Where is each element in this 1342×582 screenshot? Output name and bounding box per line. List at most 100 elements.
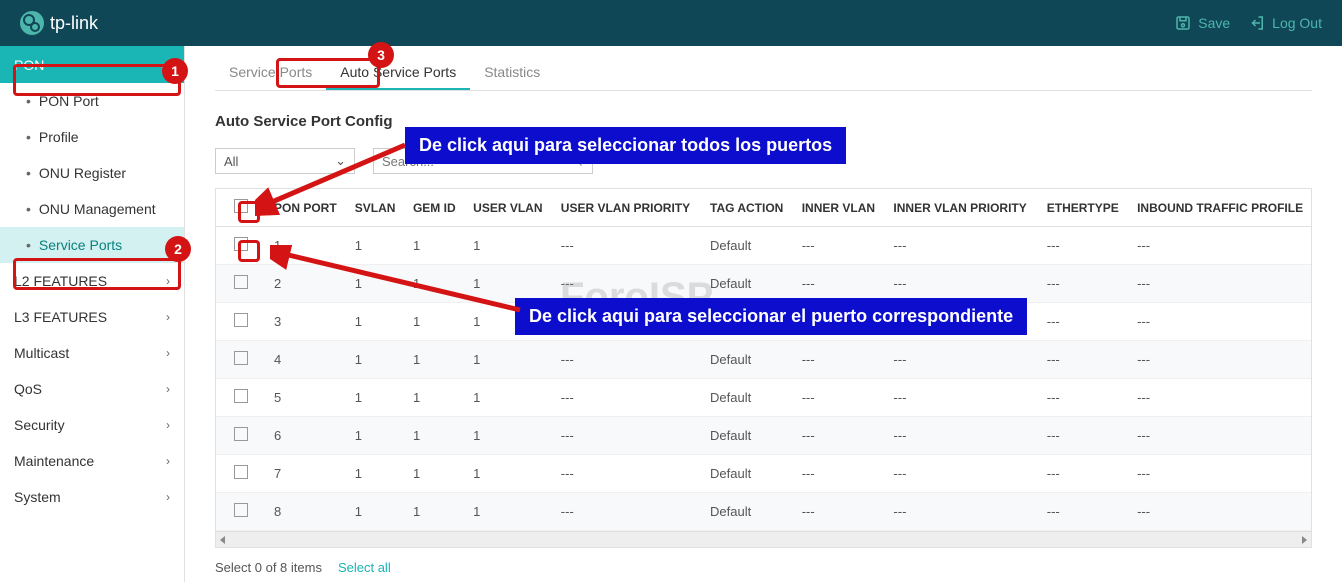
cell-uvlanp: --- [553, 341, 702, 379]
cell-uvlanp: --- [553, 379, 702, 417]
brand-logo: tp-link [20, 11, 98, 35]
sidebar-item-qos[interactable]: QoS› [0, 371, 184, 407]
select-all-checkbox[interactable] [234, 199, 248, 213]
cell-uvlan: 1 [465, 493, 553, 531]
tab-statistics[interactable]: Statistics [470, 56, 554, 90]
cell-uvlanp: --- [553, 417, 702, 455]
cell-inb: --- [1129, 455, 1312, 493]
cell-pon: 4 [266, 341, 347, 379]
cell-gem: 1 [405, 417, 465, 455]
cell-inb: --- [1129, 493, 1312, 531]
save-button[interactable]: Save [1174, 14, 1230, 32]
cell-uvlanp: --- [553, 493, 702, 531]
col-pon-port: PON PORT [266, 189, 347, 227]
tplink-icon [20, 11, 44, 35]
cell-ivlan: --- [794, 227, 886, 265]
col-inner-vlan-priority: INNER VLAN PRIORITY [885, 189, 1038, 227]
sidebar-item-security[interactable]: Security› [0, 407, 184, 443]
cell-uvlan: 1 [465, 227, 553, 265]
cell-ivlanp: --- [885, 227, 1038, 265]
cell-ivlanp: --- [885, 379, 1038, 417]
row-checkbox[interactable] [234, 389, 248, 403]
cell-ivlanp: --- [885, 493, 1038, 531]
cell-svlan: 1 [347, 379, 405, 417]
table-row[interactable]: 5111---Default------------ [216, 379, 1312, 417]
sidebar-section-pon[interactable]: PON ⌄ [0, 46, 184, 83]
cell-ivlan: --- [794, 379, 886, 417]
cell-gem: 1 [405, 227, 465, 265]
brand-text: tp-link [50, 13, 98, 34]
chevron-right-icon: › [166, 274, 170, 288]
cell-svlan: 1 [347, 265, 405, 303]
cell-uvlanp: --- [553, 455, 702, 493]
cell-eth: --- [1039, 303, 1129, 341]
cell-pon: 2 [266, 265, 347, 303]
sidebar-item-multicast[interactable]: Multicast› [0, 335, 184, 371]
table-row[interactable]: 8111---Default------------ [216, 493, 1312, 531]
chevron-right-icon: › [166, 310, 170, 324]
row-checkbox[interactable] [234, 503, 248, 517]
cell-tag: Default [702, 227, 794, 265]
col-tag-action: TAG ACTION [702, 189, 794, 227]
sidebar-item-l2[interactable]: L2 FEATURES› [0, 263, 184, 299]
cell-tag: Default [702, 455, 794, 493]
sidebar-item-onu-management[interactable]: ONU Management [0, 191, 184, 227]
table-row[interactable]: 1111---Default------------ [216, 227, 1312, 265]
cell-eth: --- [1039, 379, 1129, 417]
cell-ivlanp: --- [885, 455, 1038, 493]
cell-eth: --- [1039, 265, 1129, 303]
row-checkbox[interactable] [234, 237, 248, 251]
cell-tag: Default [702, 341, 794, 379]
cell-svlan: 1 [347, 227, 405, 265]
col-ethertype: ETHERTYPE [1039, 189, 1129, 227]
table-row[interactable]: 7111---Default------------ [216, 455, 1312, 493]
sidebar-item-system[interactable]: System› [0, 479, 184, 515]
col-gem-id: GEM ID [405, 189, 465, 227]
cell-eth: --- [1039, 417, 1129, 455]
cell-tag: Default [702, 379, 794, 417]
row-checkbox[interactable] [234, 351, 248, 365]
row-checkbox[interactable] [234, 427, 248, 441]
sidebar-item-profile[interactable]: Profile [0, 119, 184, 155]
chevron-down-icon: ⌄ [335, 153, 346, 169]
table-row[interactable]: 4111---Default------------ [216, 341, 1312, 379]
cell-pon: 7 [266, 455, 347, 493]
tab-auto-service-ports[interactable]: Auto Service Ports [326, 56, 470, 90]
cell-gem: 1 [405, 303, 465, 341]
filter-dropdown[interactable]: All ⌄ [215, 148, 355, 174]
sidebar-item-l3[interactable]: L3 FEATURES› [0, 299, 184, 335]
cell-ivlanp: --- [885, 265, 1038, 303]
cell-inb: --- [1129, 227, 1312, 265]
table-row[interactable]: 6111---Default------------ [216, 417, 1312, 455]
selection-count: Select 0 of 8 items [215, 560, 322, 575]
cell-gem: 1 [405, 493, 465, 531]
cell-ivlan: --- [794, 265, 886, 303]
sidebar-item-maintenance[interactable]: Maintenance› [0, 443, 184, 479]
sidebar: PON ⌄ PON Port Profile ONU Register ONU … [0, 46, 185, 582]
annotation-badge-3: 3 [368, 42, 394, 68]
chevron-right-icon: › [166, 454, 170, 468]
horizontal-scrollbar[interactable] [216, 531, 1311, 547]
cell-uvlanp: --- [553, 227, 702, 265]
sidebar-item-pon-port[interactable]: PON Port [0, 83, 184, 119]
table-row[interactable]: 2111---Default------------ [216, 265, 1312, 303]
row-checkbox[interactable] [234, 313, 248, 327]
select-all-link[interactable]: Select all [338, 560, 391, 575]
cell-svlan: 1 [347, 341, 405, 379]
annotation-badge-1: 1 [162, 58, 188, 84]
cell-svlan: 1 [347, 417, 405, 455]
sidebar-item-onu-register[interactable]: ONU Register [0, 155, 184, 191]
cell-gem: 1 [405, 341, 465, 379]
row-checkbox[interactable] [234, 275, 248, 289]
cell-inb: --- [1129, 341, 1312, 379]
cell-uvlan: 1 [465, 265, 553, 303]
row-checkbox[interactable] [234, 465, 248, 479]
cell-ivlan: --- [794, 493, 886, 531]
tab-service-ports[interactable]: Service Ports [215, 56, 326, 90]
cell-gem: 1 [405, 379, 465, 417]
col-inner-vlan: INNER VLAN [794, 189, 886, 227]
cell-inb: --- [1129, 417, 1312, 455]
sidebar-item-service-ports[interactable]: Service Ports [0, 227, 184, 263]
logout-button[interactable]: Log Out [1248, 14, 1322, 32]
cell-tag: Default [702, 265, 794, 303]
